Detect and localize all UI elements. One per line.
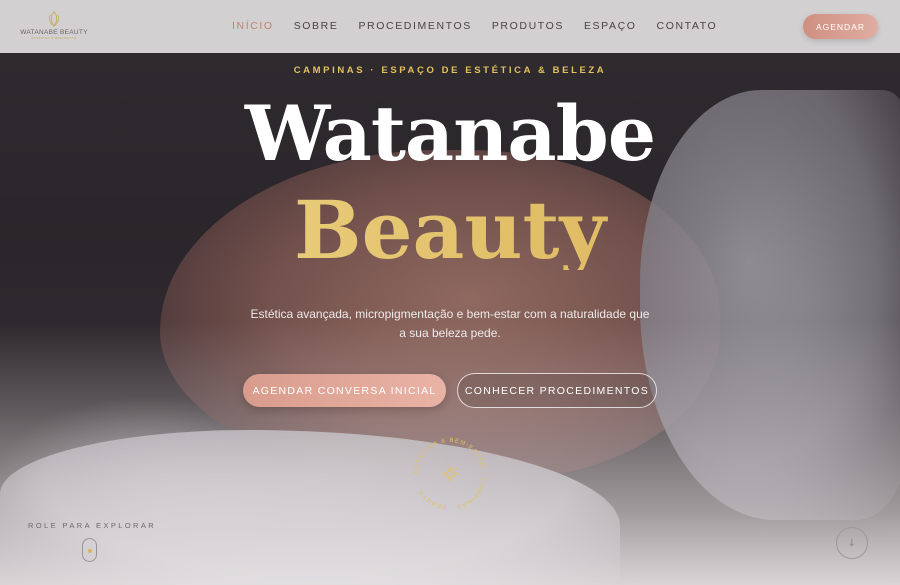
brand-logo[interactable]: WATANABE BEAUTY ESTÉTICA & BEM-ESTAR bbox=[20, 10, 88, 44]
conhecer-procedimentos-button[interactable]: CONHECER PROCEDIMENTOS bbox=[457, 373, 657, 408]
nav-item-procedimentos[interactable]: PROCEDIMENTOS bbox=[358, 20, 471, 32]
brand-name: WATANABE BEAUTY bbox=[20, 29, 88, 36]
badge-ring-text: ESTÉTICA & BEM-ESTAR · CAMPINAS · BEAUTY… bbox=[414, 438, 485, 510]
scroll-label: ROLE PARA EXPLORAR bbox=[28, 521, 157, 530]
nav-item-contato[interactable]: CONTATO bbox=[657, 20, 718, 32]
site-header: WATANABE BEAUTY ESTÉTICA & BEM-ESTAR INÍ… bbox=[0, 0, 900, 53]
scroll-indicator bbox=[82, 538, 97, 562]
scroll-indicator-dot bbox=[88, 549, 92, 553]
logo-mark-icon bbox=[49, 11, 59, 28]
hero-eyebrow: CAMPINAS · ESPAÇO DE ESTÉTICA & BELEZA bbox=[293, 65, 607, 76]
sparkle-icon bbox=[441, 465, 459, 483]
header-agendar-button[interactable]: AGENDAR bbox=[803, 14, 878, 39]
scroll-down-button[interactable]: ↓ bbox=[836, 527, 868, 559]
main-nav: INÍCIO SOBRE PROCEDIMENTOS PRODUTOS ESPA… bbox=[232, 20, 717, 32]
svg-text:ESTÉTICA & BEM-ESTAR · CAMPINA: ESTÉTICA & BEM-ESTAR · CAMPINAS · BEAUTY… bbox=[414, 438, 486, 510]
circular-badge: ESTÉTICA & BEM-ESTAR · CAMPINAS · BEAUTY… bbox=[409, 433, 491, 515]
agendar-conversa-button[interactable]: AGENDAR CONVERSA INICIAL bbox=[243, 374, 446, 407]
arrow-down-icon: ↓ bbox=[847, 537, 857, 549]
hero-title-line2: Beauty bbox=[0, 190, 900, 270]
nav-item-sobre[interactable]: SOBRE bbox=[294, 20, 339, 32]
nav-item-produtos[interactable]: PRODUTOS bbox=[492, 20, 564, 32]
nav-item-inicio[interactable]: INÍCIO bbox=[232, 20, 274, 32]
hero-subtitle: Estética avançada, micropigmentação e be… bbox=[250, 307, 650, 340]
nav-item-espaco[interactable]: ESPAÇO bbox=[584, 20, 637, 32]
hero-title-line1: Watanabe bbox=[244, 89, 656, 178]
brand-tagline: ESTÉTICA & BEM-ESTAR bbox=[31, 36, 77, 40]
